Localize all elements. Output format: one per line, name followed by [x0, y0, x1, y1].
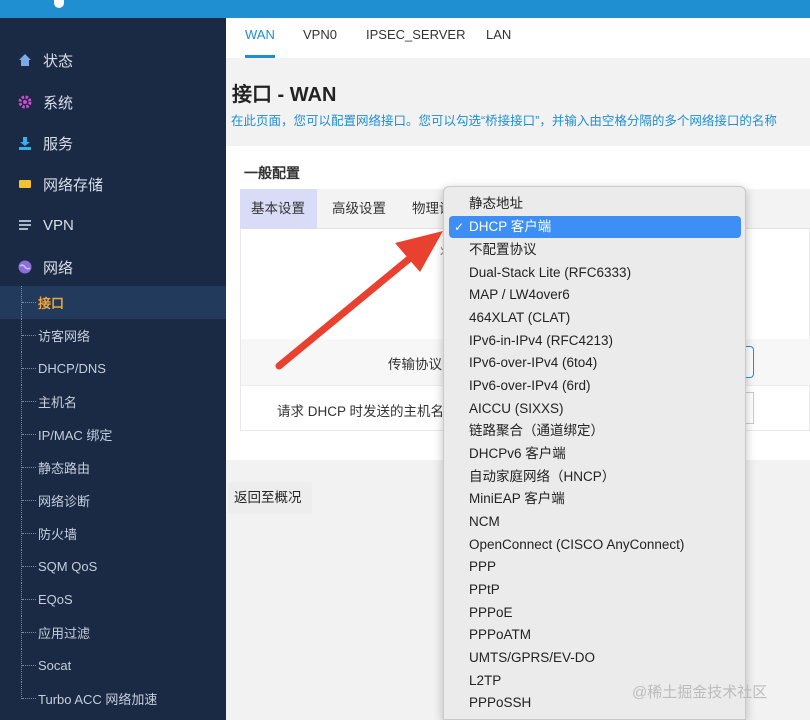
red-arrow-annotation	[275, 231, 443, 370]
watermark: @稀土掘金技术社区	[632, 684, 768, 701]
arrow-shaft	[275, 250, 419, 370]
